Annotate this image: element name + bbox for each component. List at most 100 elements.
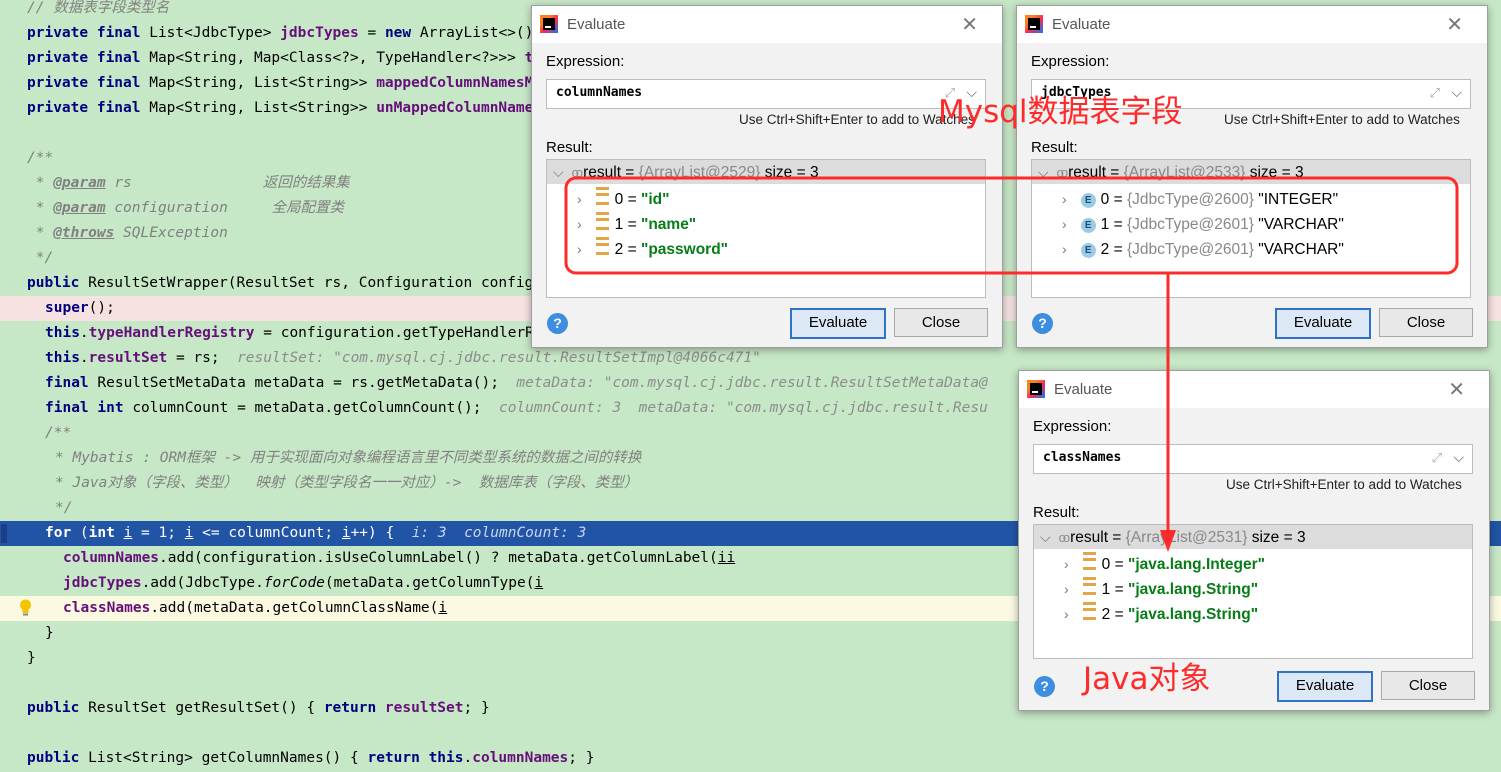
code-token: classNames (63, 600, 151, 616)
dialog-titlebar[interactable]: Evaluate ✕ (1019, 371, 1489, 408)
chevron-down-icon[interactable]: ⌵ (553, 164, 564, 180)
field-icon (595, 187, 609, 205)
close-icon[interactable]: ✕ (1446, 12, 1463, 37)
expand-icon[interactable]: ⤢ (1430, 85, 1440, 101)
lightbulb-icon[interactable] (19, 599, 32, 617)
enum-icon: E (1080, 193, 1096, 208)
expression-input[interactable]: columnNames ⤢ ⌵ (546, 79, 986, 109)
intellij-logo-icon (1027, 380, 1045, 398)
code-token: i: 3 columnCount: 3 (411, 525, 587, 541)
code-token: new (384, 25, 420, 41)
code-line[interactable] (0, 721, 1501, 746)
code-token: .add(JdbcType. (141, 575, 264, 591)
result-root-row[interactable]: ⌵ oo result = {ArrayList@2531} size = 3 (1034, 525, 1472, 549)
code-token: ; } (568, 750, 595, 766)
close-icon[interactable]: ✕ (1448, 377, 1465, 402)
item-equals: = (623, 241, 641, 258)
chevron-down-icon[interactable]: ⌵ (1038, 164, 1049, 180)
item-equals: = (1109, 241, 1127, 258)
code-token: = (358, 25, 385, 41)
help-icon[interactable]: ? (1032, 313, 1053, 334)
result-label: Result: (1033, 504, 1080, 521)
code-token: i (341, 525, 351, 541)
result-item-row[interactable]: › 2 = "java.lang.String" (1064, 602, 1258, 627)
code-text: */ (27, 246, 53, 271)
result-tree[interactable]: ⌵ oo result = {ArrayList@2529} size = 3 › 0 … (546, 159, 986, 298)
expression-value: columnNames (556, 85, 643, 100)
dialog-titlebar[interactable]: Evaluate ✕ (532, 6, 1002, 43)
result-item-row[interactable]: › 0 = "java.lang.Integer" (1064, 552, 1265, 577)
code-token: private final (27, 50, 150, 66)
chevron-right-icon[interactable]: › (577, 241, 582, 257)
result-item-row[interactable]: › E 2 = {JdbcType@2601} "VARCHAR" (1062, 237, 1344, 262)
result-item-row[interactable]: › E 0 = {JdbcType@2600} "INTEGER" (1062, 187, 1338, 212)
code-token: . (79, 350, 89, 366)
result-item-row[interactable]: › 0 = "id" (577, 187, 669, 212)
evaluate-dialog-jdbctypes: Evaluate ✕ Expression: jdbcTypes ⤢ ⌵ Use… (1016, 5, 1488, 348)
code-text: final int columnCount = metaData.getColu… (45, 396, 988, 421)
code-token: i (534, 575, 544, 591)
code-token: * Java对象（字段、类型） 映射（类型字段名一一对应）-> 数据库表（字段、… (55, 475, 639, 491)
code-token: i (726, 550, 736, 566)
chevron-right-icon[interactable]: › (1064, 606, 1069, 622)
close-icon[interactable]: ✕ (961, 12, 978, 37)
item-equals: = (1110, 581, 1128, 598)
code-line[interactable]: this.resultSet = rs; resultSet: "com.mys… (0, 346, 1501, 371)
code-line[interactable]: public List<String> getColumnNames() { r… (0, 746, 1501, 771)
code-token: * Mybatis : ORM框架 -> 用于实现面向对象编程语言里不同类型系统… (55, 450, 642, 466)
expression-input[interactable]: classNames ⤢ ⌵ (1033, 444, 1473, 474)
help-icon[interactable]: ? (547, 313, 568, 334)
result-tree[interactable]: ⌵ oo result = {ArrayList@2531} size = 3 › 0 … (1033, 524, 1473, 659)
field-icon (1082, 602, 1096, 620)
chevron-right-icon[interactable]: › (1062, 241, 1067, 257)
chevron-down-icon[interactable]: ⌵ (1040, 529, 1051, 545)
code-token: List<String> getColumnNames() { (88, 750, 368, 766)
chevron-right-icon[interactable]: › (577, 216, 582, 232)
result-item-row[interactable]: › 1 = "java.lang.String" (1064, 577, 1258, 602)
chevron-right-icon[interactable]: › (1062, 191, 1067, 207)
chevron-down-icon[interactable]: ⌵ (1451, 84, 1462, 101)
chevron-right-icon[interactable]: › (1064, 556, 1069, 572)
evaluate-button[interactable]: Evaluate (1275, 308, 1371, 339)
result-item-row[interactable]: › 2 = "password" (577, 237, 728, 262)
chevron-right-icon[interactable]: › (1064, 581, 1069, 597)
code-text: * @throws SQLException (27, 221, 228, 246)
result-ref: {ArrayList@2531} (1125, 529, 1248, 546)
code-token: } (27, 650, 36, 666)
code-token: mappedColumnNamesMap (376, 75, 551, 91)
evaluate-button[interactable]: Evaluate (790, 308, 886, 339)
result-root-row[interactable]: ⌵ oo result = {ArrayList@2533} size = 3 (1032, 160, 1470, 184)
help-icon[interactable]: ? (1034, 676, 1055, 697)
result-item-row[interactable]: › E 1 = {JdbcType@2601} "VARCHAR" (1062, 212, 1344, 237)
chevron-right-icon[interactable]: › (1062, 216, 1067, 232)
code-text: * @param configuration 全局配置类 (27, 196, 344, 221)
watch-glasses-icon: oo (571, 165, 584, 180)
item-value: "java.lang.Integer" (1127, 556, 1265, 573)
code-token: resultSet: "com.mysql.cj.jdbc.result.Res… (237, 350, 761, 366)
result-name: result (1068, 164, 1106, 181)
code-token: @param (53, 200, 106, 216)
expand-icon[interactable]: ⤢ (1432, 450, 1442, 466)
result-size: size = 3 (764, 164, 819, 181)
close-button[interactable]: Close (1381, 671, 1475, 700)
result-tree[interactable]: ⌵ oo result = {ArrayList@2533} size = 3 › E 0… (1031, 159, 1471, 298)
code-token: jdbcTypes (63, 575, 142, 591)
code-text: * Mybatis : ORM框架 -> 用于实现面向对象编程语言里不同类型系统… (55, 446, 641, 471)
result-root-row[interactable]: ⌵ oo result = {ArrayList@2529} size = 3 (547, 160, 985, 184)
code-token: int (88, 525, 124, 541)
item-index: 0 (1101, 556, 1111, 573)
item-index: 0 (1100, 191, 1110, 208)
result-label: Result: (1031, 139, 1078, 156)
item-index: 1 (614, 216, 624, 233)
execution-point-icon[interactable] (1, 524, 7, 543)
item-equals: = (623, 216, 641, 233)
close-button[interactable]: Close (1379, 308, 1473, 337)
code-text: * Java对象（字段、类型） 映射（类型字段名一一对应）-> 数据库表（字段、… (55, 471, 638, 496)
code-token: public (27, 275, 89, 291)
evaluate-button[interactable]: Evaluate (1277, 671, 1373, 702)
chevron-right-icon[interactable]: › (577, 191, 582, 207)
result-item-row[interactable]: › 1 = "name" (577, 212, 696, 237)
chevron-down-icon[interactable]: ⌵ (1453, 449, 1464, 466)
close-button[interactable]: Close (894, 308, 988, 337)
dialog-titlebar[interactable]: Evaluate ✕ (1017, 6, 1487, 43)
